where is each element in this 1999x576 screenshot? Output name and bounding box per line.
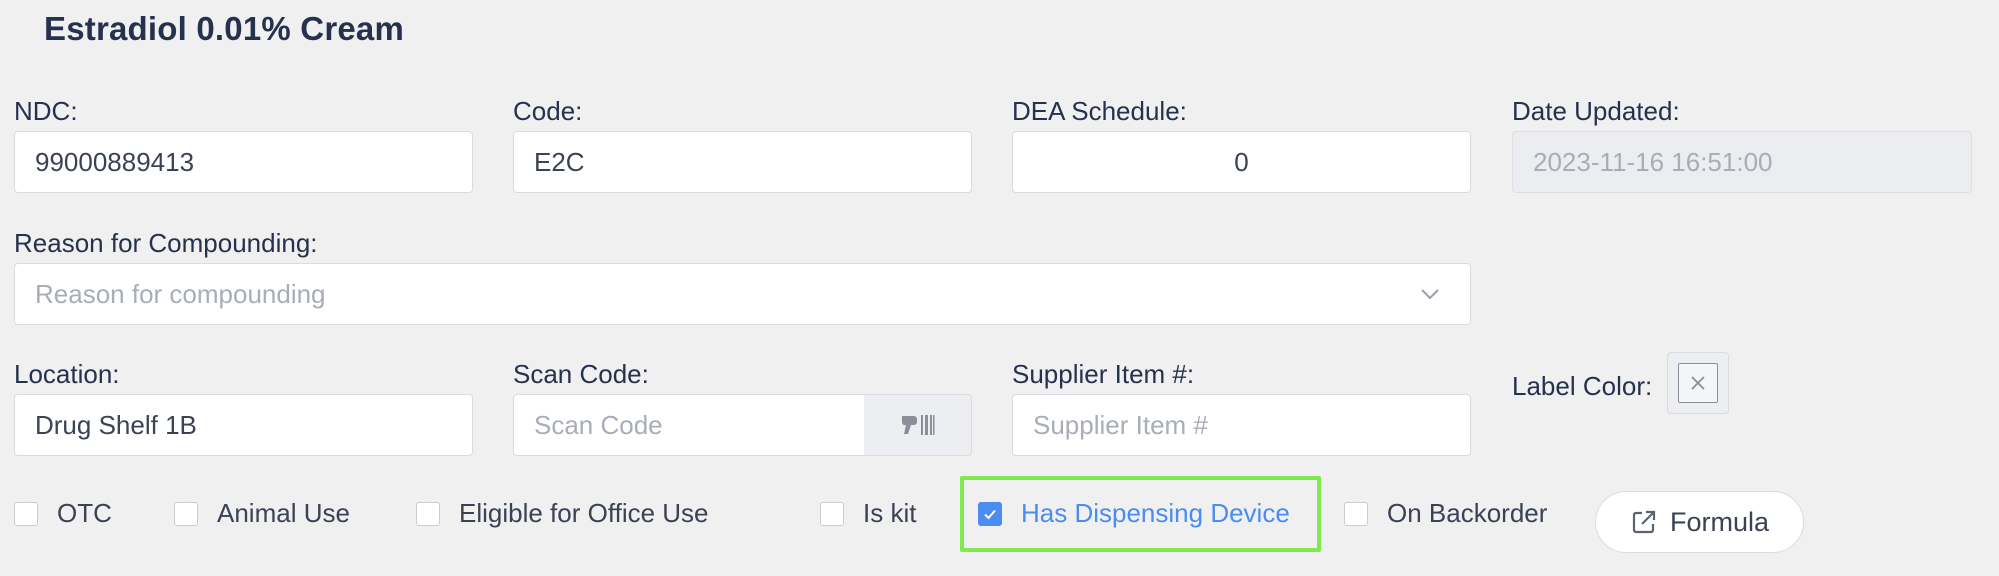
dea-schedule-label: DEA Schedule:	[1012, 96, 1187, 126]
office-use-checkbox[interactable]	[416, 501, 440, 526]
is-kit-checkbox[interactable]	[820, 501, 844, 526]
checkmark-icon	[984, 509, 996, 519]
backorder-checkbox[interactable]	[1344, 501, 1368, 526]
location-input[interactable]: Drug Shelf 1B	[14, 394, 473, 456]
backorder-checkbox-item[interactable]: On Backorder	[1344, 498, 1547, 529]
label-color-label: Label Color:	[1512, 371, 1653, 401]
supplier-item-input[interactable]: Supplier Item #	[1012, 394, 1471, 456]
formula-button[interactable]: Formula	[1595, 491, 1804, 553]
is-kit-checkbox-item[interactable]: Is kit	[820, 498, 916, 529]
otc-checkbox-item[interactable]: OTC	[14, 498, 112, 529]
animal-use-checkbox[interactable]	[174, 501, 198, 526]
otc-checkbox[interactable]	[14, 501, 38, 526]
label-color-picker[interactable]	[1667, 352, 1729, 414]
page-title: Estradiol 0.01% Cream	[44, 10, 405, 47]
code-label: Code:	[513, 96, 583, 126]
location-label: Location:	[14, 359, 120, 389]
reason-select[interactable]: Reason for compounding	[14, 263, 1471, 325]
dispensing-device-checkbox[interactable]	[978, 501, 1002, 526]
scan-code-input[interactable]: Scan Code	[513, 394, 865, 456]
formula-label: Formula	[1669, 506, 1770, 537]
product-detail-form: Estradiol 0.01% Cream NDC: 99000889413 C…	[0, 0, 1999, 576]
date-updated-input: 2023-11-16 16:51:00	[1512, 131, 1972, 193]
chevron-down-icon	[1421, 289, 1439, 300]
dispensing-device-checkbox-item[interactable]: Has Dispensing Device	[978, 498, 1290, 529]
scan-barcode-button[interactable]	[864, 394, 972, 456]
reason-placeholder: Reason for compounding	[35, 278, 326, 309]
barcode-scanner-icon	[901, 415, 934, 435]
reason-label: Reason for Compounding:	[14, 228, 318, 258]
is-kit-label: Is kit	[863, 498, 917, 528]
supplier-item-label: Supplier Item #:	[1012, 359, 1195, 389]
code-input[interactable]: E2C	[513, 131, 972, 193]
scan-code-label: Scan Code:	[513, 359, 649, 389]
animal-use-checkbox-item[interactable]: Animal Use	[174, 498, 350, 529]
label-color-swatch	[1678, 363, 1718, 403]
backorder-label: On Backorder	[1387, 498, 1548, 528]
external-link-icon	[1632, 510, 1656, 534]
office-use-checkbox-item[interactable]: Eligible for Office Use	[416, 498, 709, 529]
animal-use-label: Animal Use	[217, 498, 350, 528]
ndc-input[interactable]: 99000889413	[14, 131, 473, 193]
date-updated-label: Date Updated:	[1512, 96, 1680, 126]
close-icon	[1691, 376, 1705, 390]
dispensing-device-label: Has Dispensing Device	[1021, 498, 1290, 528]
otc-label: OTC	[57, 498, 112, 528]
office-use-label: Eligible for Office Use	[459, 498, 709, 528]
dea-schedule-input[interactable]: 0	[1012, 131, 1471, 193]
ndc-label: NDC:	[14, 96, 78, 126]
